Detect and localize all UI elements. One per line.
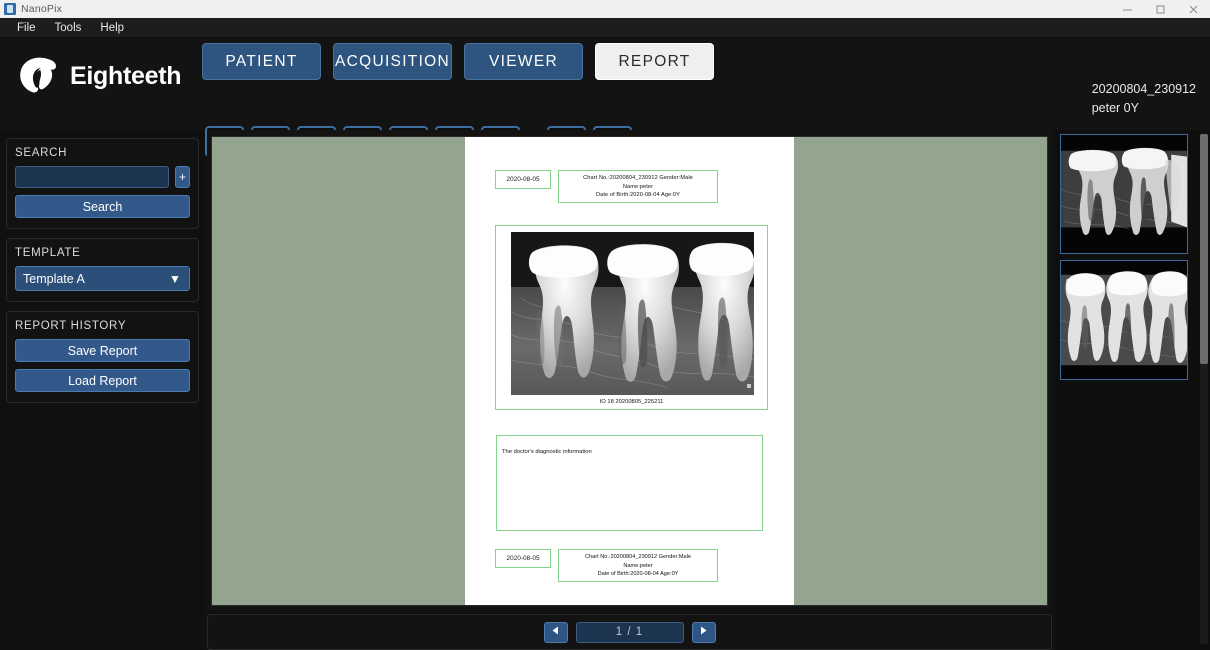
template-panel-title: TEMPLATE <box>15 247 190 259</box>
add-search-criteria-button[interactable]: + <box>175 166 190 188</box>
app-header: Eighteeth PATIENT ACQUISITION VIEWER REP… <box>0 38 1210 130</box>
search-button[interactable]: Search <box>15 195 190 218</box>
report-xray-image[interactable] <box>511 232 754 395</box>
report-footer-meta-line3: Date of Birth:2020-08-04 Age:0Y <box>559 570 717 579</box>
template-panel: TEMPLATE Template A ▼ <box>6 238 199 302</box>
bitewing-xray-graphic <box>1061 135 1187 253</box>
prev-page-button[interactable] <box>544 622 568 643</box>
close-icon[interactable] <box>1177 0 1210 18</box>
chevron-down-icon[interactable]: ▼ <box>161 267 189 290</box>
title-bar: NanoPix <box>0 0 1210 18</box>
left-sidebar: SEARCH + Search TEMPLATE Template A ▼ RE… <box>0 130 205 650</box>
menu-item-file[interactable]: File <box>8 20 45 36</box>
report-workspace: 2020-08-05 Chart No.:20200804_230912 Gen… <box>207 130 1052 610</box>
report-header-meta-line1: Chart No.:20200804_230912 Gender:Male <box>559 174 717 183</box>
search-input[interactable] <box>15 166 169 188</box>
periapical-xray-thumb-graphic <box>1061 261 1187 379</box>
load-report-button[interactable]: Load Report <box>15 369 190 392</box>
tab-patient[interactable]: PATIENT <box>202 43 321 80</box>
tab-report[interactable]: REPORT <box>595 43 714 80</box>
tab-viewer[interactable]: VIEWER <box>464 43 583 80</box>
brand-logo: Eighteeth <box>18 56 181 96</box>
template-selected-value: Template A <box>16 272 85 286</box>
page-navigation-bar: 1 / 1 <box>207 614 1052 650</box>
next-page-button[interactable] <box>692 622 716 643</box>
template-select[interactable]: Template A ▼ <box>15 266 190 291</box>
patient-chart-id: 20200804_230912 <box>1092 80 1196 99</box>
report-image-frame[interactable]: IO 18 20200805_225211 <box>495 225 768 410</box>
report-history-title: REPORT HISTORY <box>15 320 190 332</box>
report-canvas[interactable]: 2020-08-05 Chart No.:20200804_230912 Gen… <box>211 136 1048 606</box>
menu-item-tools[interactable]: Tools <box>46 20 91 36</box>
report-footer-meta-line2: Name:peter <box>559 562 717 571</box>
minimize-icon[interactable] <box>1111 0 1144 18</box>
menu-item-help[interactable]: Help <box>91 20 133 36</box>
thumbnail-panel <box>1056 130 1210 650</box>
patient-name-age: peter 0Y <box>1092 99 1196 118</box>
thumbnail-xray-2[interactable] <box>1060 260 1188 380</box>
nanopix-app-icon <box>4 3 16 15</box>
report-history-panel: REPORT HISTORY Save Report Load Report <box>6 311 199 403</box>
report-header-meta-line2: Name:peter <box>559 183 717 192</box>
app-body: SEARCH + Search TEMPLATE Template A ▼ RE… <box>0 130 1210 650</box>
eighteeth-tooth-logo <box>18 56 62 96</box>
report-diagnostic-text: The doctor's diagnostic information <box>502 449 592 455</box>
search-row: + <box>15 166 190 188</box>
thumbnail-scrollbar-knob[interactable] <box>1200 134 1208 364</box>
window-controls <box>1111 0 1210 18</box>
search-panel-title: SEARCH <box>15 147 190 159</box>
report-footer-meta[interactable]: Chart No.:20200804_230912 Gender:Male Na… <box>558 549 718 582</box>
thumbnail-xray-1[interactable] <box>1060 134 1188 254</box>
main-navigation-tabs: PATIENT ACQUISITION VIEWER REPORT <box>202 43 714 80</box>
report-header-meta-line3: Date of Birth:2020-08-04 Age:0Y <box>559 191 717 200</box>
tab-acquisition[interactable]: ACQUISITION <box>333 43 452 80</box>
report-header-meta[interactable]: Chart No.:20200804_230912 Gender:Male Na… <box>558 170 718 203</box>
save-report-button[interactable]: Save Report <box>15 339 190 362</box>
report-diagnostic-textarea[interactable]: The doctor's diagnostic information <box>496 435 763 531</box>
report-footer-meta-line1: Chart No.:20200804_230912 Gender:Male <box>559 553 717 562</box>
next-page-icon <box>698 623 709 641</box>
thumbnail-scrollbar[interactable] <box>1200 134 1208 644</box>
report-header-date[interactable]: 2020-08-05 <box>495 170 551 189</box>
periapical-xray-graphic <box>511 232 754 395</box>
report-footer-date[interactable]: 2020-08-05 <box>495 549 551 568</box>
prev-page-icon <box>550 623 561 641</box>
window-title: NanoPix <box>21 3 62 15</box>
report-page[interactable]: 2020-08-05 Chart No.:20200804_230912 Gen… <box>465 137 794 605</box>
maximize-icon[interactable] <box>1144 0 1177 18</box>
nanopix-application-window: NanoPix File Tools Help Eighteeth <box>0 0 1210 650</box>
patient-info-header: 20200804_230912 peter 0Y <box>1092 80 1196 118</box>
brand-name: Eighteeth <box>70 62 181 91</box>
menu-bar: File Tools Help <box>0 18 1210 38</box>
search-panel: SEARCH + Search <box>6 138 199 229</box>
page-indicator[interactable]: 1 / 1 <box>576 622 684 643</box>
report-image-caption: IO 18 20200805_225211 <box>496 399 767 405</box>
